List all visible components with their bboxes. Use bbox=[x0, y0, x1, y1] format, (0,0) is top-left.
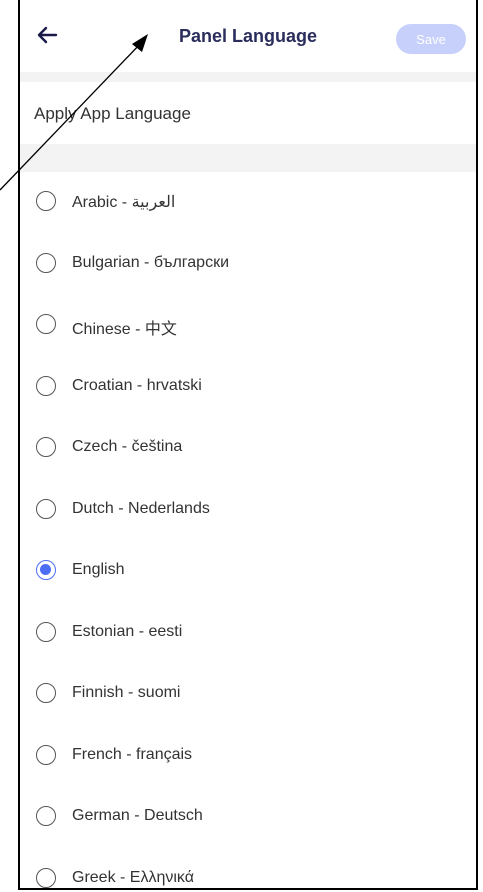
language-option[interactable]: English bbox=[20, 541, 476, 603]
radio-button[interactable] bbox=[36, 867, 56, 888]
language-option[interactable]: Chinese - 中文 bbox=[20, 295, 476, 357]
radio-button[interactable] bbox=[36, 621, 56, 642]
language-label: Arabic - العربية bbox=[72, 194, 176, 211]
header-bar: Panel Language Save bbox=[20, 0, 476, 73]
language-label: French - français bbox=[72, 745, 193, 763]
save-button[interactable]: Save bbox=[396, 24, 466, 54]
radio-button[interactable] bbox=[36, 375, 56, 396]
section-divider bbox=[20, 72, 476, 82]
language-label: German - Deutsch bbox=[72, 807, 203, 824]
apply-app-language-item[interactable]: Apply App Language bbox=[20, 82, 476, 144]
language-list: Arabic - العربية Bulgarian - български Chi… bbox=[20, 172, 476, 889]
language-label: Croatian - hrvatski bbox=[72, 376, 202, 394]
language-option[interactable]: Arabic - العربية bbox=[20, 172, 476, 234]
apply-app-language-label: Apply App Language bbox=[34, 104, 191, 123]
language-option[interactable]: Czech - čeština bbox=[20, 418, 476, 480]
language-label: Estonian - eesti bbox=[72, 622, 183, 640]
language-label: Czech - čeština bbox=[72, 438, 183, 455]
language-label: Bulgarian - български bbox=[72, 253, 230, 271]
language-option[interactable]: Croatian - hrvatski bbox=[20, 357, 476, 419]
language-option[interactable]: French - français bbox=[20, 726, 476, 788]
radio-button[interactable] bbox=[36, 437, 56, 457]
panel-language-screen: Panel Language Save Apply App Language A… bbox=[18, 0, 478, 890]
radio-button-checked[interactable] bbox=[36, 560, 56, 580]
language-label: Finnish - suomi bbox=[72, 684, 181, 701]
language-option[interactable]: Finnish - suomi bbox=[20, 664, 476, 726]
language-option[interactable]: German - Deutsch bbox=[20, 787, 476, 849]
language-option[interactable]: Greek - Ελληνικά bbox=[20, 849, 476, 889]
language-label: Greek - Ελληνικά bbox=[72, 868, 194, 886]
language-label: English bbox=[72, 561, 125, 578]
radio-button[interactable] bbox=[36, 744, 56, 765]
radio-button[interactable] bbox=[36, 314, 56, 334]
language-option[interactable]: Bulgarian - български bbox=[20, 234, 476, 296]
radio-button[interactable] bbox=[36, 498, 56, 519]
radio-button[interactable] bbox=[36, 806, 56, 826]
language-label: Chinese - 中文 bbox=[72, 321, 177, 338]
radio-button[interactable] bbox=[36, 683, 56, 703]
radio-button[interactable] bbox=[36, 191, 56, 211]
language-option[interactable]: Dutch - Nederlands bbox=[20, 480, 476, 542]
radio-button[interactable] bbox=[36, 252, 56, 273]
language-label: Dutch - Nederlands bbox=[72, 499, 210, 517]
section-divider bbox=[20, 144, 476, 172]
language-option[interactable]: Estonian - eesti bbox=[20, 603, 476, 665]
